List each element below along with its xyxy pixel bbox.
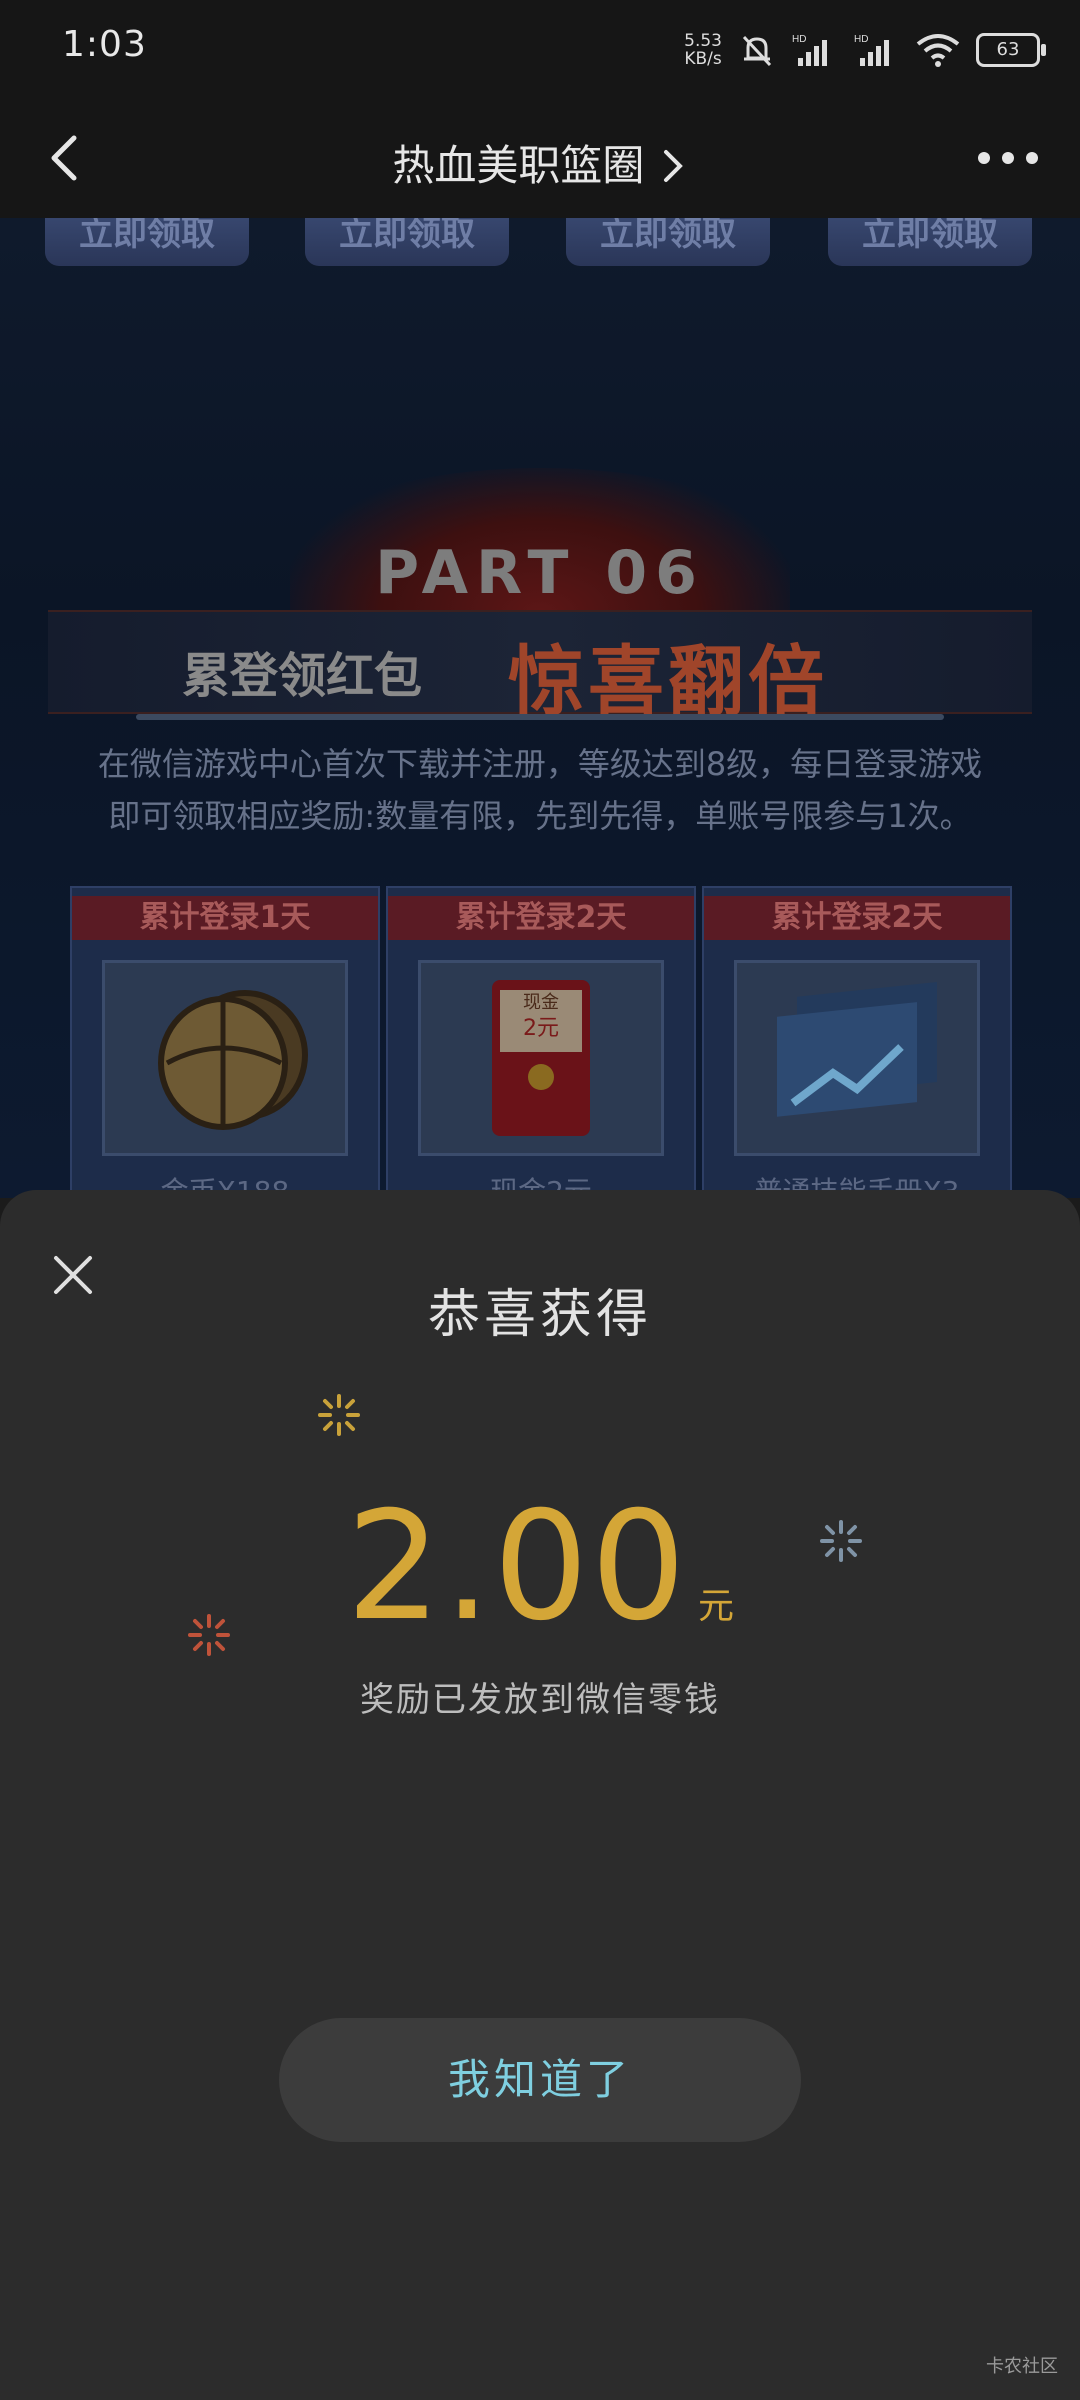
reward-label: 累计登录1天 [72,896,378,940]
network-speed: 5.53 KB/s [684,31,722,69]
banner-left-text: 累登领红包 [182,648,423,704]
red-packet-icon: 现金 2元 [492,980,590,1136]
reward-label: 累计登录2天 [388,896,694,940]
status-time: 1:03 [62,24,147,65]
modal-title: 恭喜获得 [427,1285,652,1345]
reward-amount: 2.00 元 [0,1480,1080,1654]
reward-modal: 恭喜获得 2.00 元 奖励已发放到微信零钱 我知道了 卡农社区 [0,1190,1080,2400]
reward-image [734,960,980,1156]
more-options-icon[interactable] [972,128,1044,188]
reward-image: 现金 2元 [418,960,664,1156]
svg-text:HD: HD [854,34,868,45]
amount-value: 2.00 [346,1480,688,1654]
reward-card: 累计登录2天 普通技能手册X3 [702,886,1012,1198]
battery-icon: 63 [976,33,1046,67]
status-bar: 1:03 5.53 KB/s HD HD 63 [0,0,1080,100]
svg-text:HD: HD [792,34,806,45]
reward-card: 累计登录1天 金币X188 [70,886,380,1198]
divider [136,714,944,720]
wifi-icon [916,34,960,67]
nav-bar: 热血美职篮圈 [0,100,1080,218]
reward-label: 累计登录2天 [704,896,1010,940]
signal-icon: HD [792,34,827,66]
claim-button[interactable]: 立即领取 [45,218,249,266]
chevron-right-icon [663,150,683,182]
signal-icon-2: HD [854,34,889,66]
event-description: 在微信游戏中心首次下载并注册，等级达到8级，每日登录游戏 即可领取相应奖励:数量… [97,745,983,835]
amount-unit: 元 [697,1586,734,1627]
section-banner: 累登领红包 惊喜翻倍 [48,610,1032,726]
background-page: 立即领取 立即领取 立即领取 立即领取 PART 06 累登领红包 惊喜翻倍 在… [0,218,1080,1198]
reward-card: 累计登录2天 现金 2元 现金2元 [386,886,696,1198]
claim-button[interactable]: 立即领取 [305,218,509,266]
got-it-button[interactable]: 我知道了 [279,2018,801,2142]
mute-bell-icon [742,35,772,67]
claim-button[interactable]: 立即领取 [828,218,1032,266]
sparkle-icon [318,1394,360,1436]
claim-button[interactable]: 立即领取 [566,218,770,266]
reward-subtitle: 奖励已发放到微信零钱 [360,1680,720,1720]
coin-icon [158,990,308,1130]
part-label: PART 06 [375,538,705,608]
status-icons: 5.53 KB/s HD HD 63 [684,28,1046,72]
watermark: 卡农社区 [986,2356,1058,2377]
skill-manual-icon [777,981,937,1117]
claim-button-row: 立即领取 立即领取 立即领取 立即领取 [0,218,1080,268]
reward-image [102,960,348,1156]
page-title[interactable]: 热血美职篮圈 [0,132,1080,193]
